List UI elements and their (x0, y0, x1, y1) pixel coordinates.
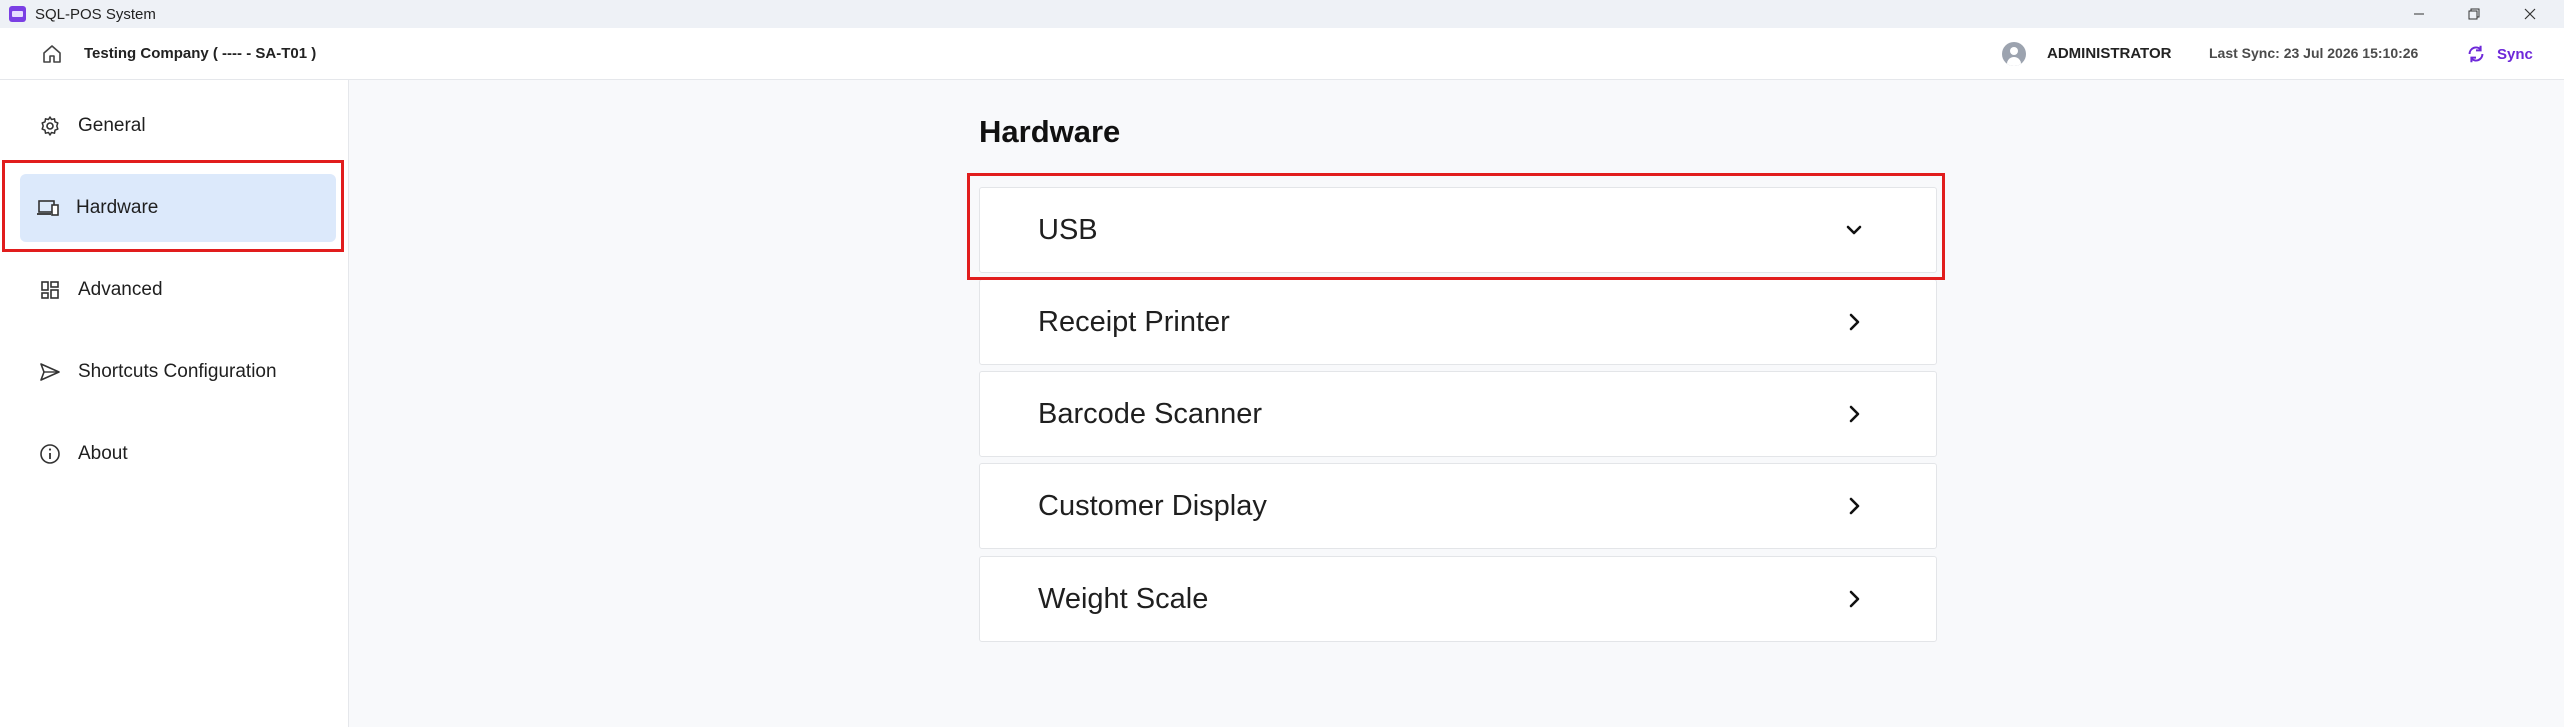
section-label: Customer Display (1038, 490, 1267, 522)
minimize-icon (2414, 13, 2424, 15)
sidebar-item-label: Hardware (76, 197, 159, 218)
sync-button[interactable]: Sync (2465, 40, 2533, 68)
sidebar-item-advanced[interactable]: Advanced (20, 256, 336, 324)
sidebar-item-label: About (78, 443, 128, 464)
dashboard-icon (38, 278, 62, 302)
page-title: Hardware (979, 114, 1121, 149)
devices-icon (36, 196, 60, 220)
sidebar-item-general[interactable]: General (20, 92, 336, 160)
window-titlebar: SQL-POS System (0, 0, 2564, 28)
restore-icon (2468, 8, 2480, 20)
user-name: ADMINISTRATOR (2047, 45, 2172, 62)
sidebar-item-label: General (78, 115, 146, 136)
section-label: Barcode Scanner (1038, 398, 1263, 430)
section-label: Receipt Printer (1038, 306, 1230, 338)
gear-icon (38, 114, 62, 138)
section-receipt-printer[interactable]: Receipt Printer (979, 279, 1937, 365)
section-weight-scale[interactable]: Weight Scale (979, 556, 1937, 642)
sidebar: General Hardware Advanced Shortcuts Conf… (0, 80, 349, 727)
minimize-button[interactable] (2396, 0, 2442, 28)
chevron-right-icon (1842, 402, 1866, 426)
section-label: USB (1038, 214, 1098, 246)
section-barcode-scanner[interactable]: Barcode Scanner (979, 371, 1937, 457)
app-header: Testing Company ( ---- - SA-T01 ) ADMINI… (0, 28, 2564, 80)
chevron-right-icon (1842, 587, 1866, 611)
chevron-right-icon (1842, 494, 1866, 518)
send-icon (38, 360, 62, 384)
last-sync-status: Last Sync: 23 Jul 2026 15:10:26 (2209, 45, 2419, 61)
sidebar-item-label: Advanced (78, 279, 163, 300)
sidebar-item-about[interactable]: About (20, 420, 336, 488)
app-logo (9, 6, 26, 22)
section-customer-display[interactable]: Customer Display (979, 463, 1937, 549)
chevron-right-icon (1842, 310, 1866, 334)
window-title: SQL-POS System (35, 6, 156, 23)
info-icon (38, 442, 62, 466)
close-button[interactable] (2507, 0, 2553, 28)
home-icon[interactable] (40, 42, 64, 66)
section-usb[interactable]: USB (979, 187, 1937, 273)
restore-button[interactable] (2451, 0, 2497, 28)
sidebar-item-label: Shortcuts Configuration (78, 361, 277, 382)
sync-label: Sync (2497, 45, 2533, 63)
avatar[interactable] (2002, 42, 2026, 66)
sync-icon (2468, 45, 2484, 63)
sidebar-item-shortcuts[interactable]: Shortcuts Configuration (20, 338, 336, 406)
company-name: Testing Company ( ---- - SA-T01 ) (84, 45, 317, 62)
sidebar-item-hardware[interactable]: Hardware (20, 174, 336, 242)
section-label: Weight Scale (1038, 583, 1209, 615)
chevron-down-icon (1842, 218, 1866, 242)
close-icon (2524, 8, 2536, 20)
